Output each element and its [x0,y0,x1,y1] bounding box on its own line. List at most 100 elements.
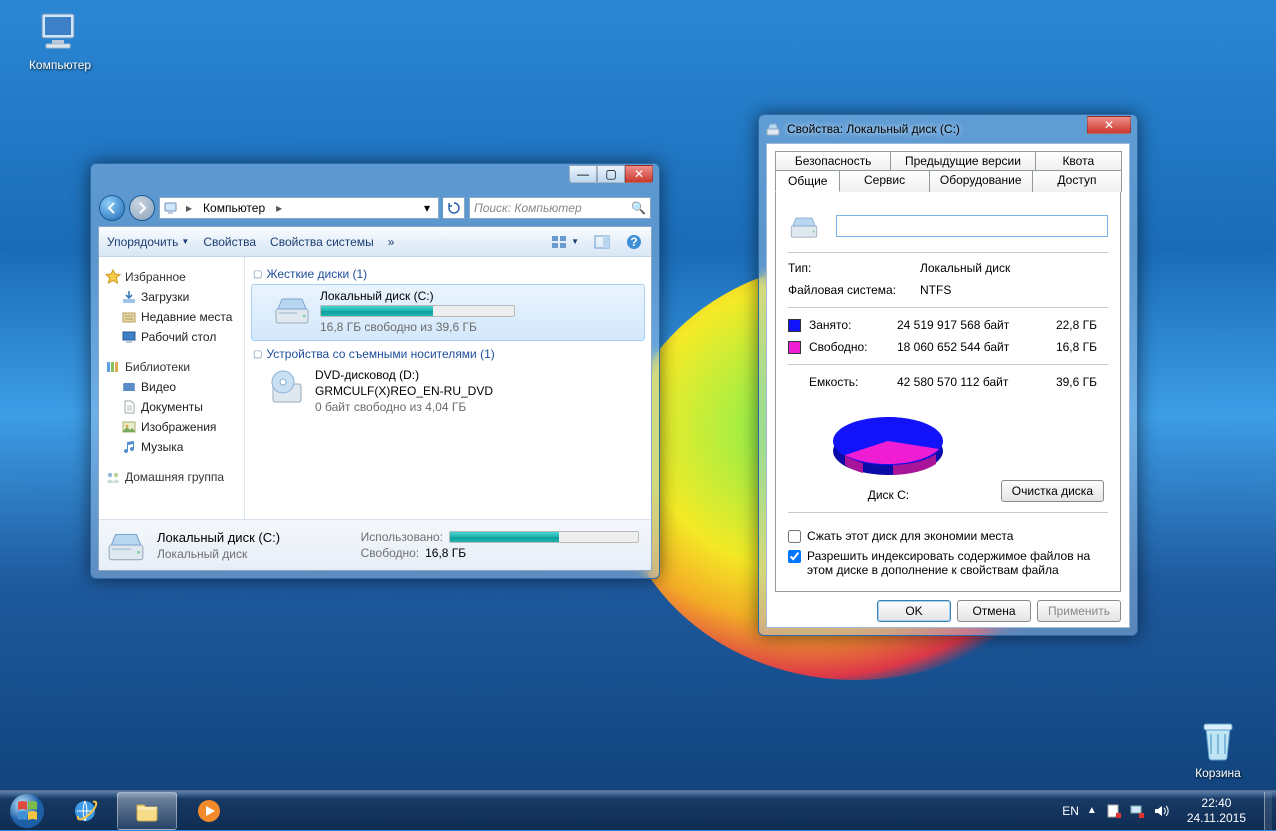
disk-cleanup-button[interactable]: Очистка диска [1001,480,1104,502]
drive-c-item[interactable]: Локальный диск (C:) 16,8 ГБ свободно из … [251,284,645,341]
nav-libraries-header[interactable]: Библиотеки [99,357,244,377]
properties-title: Свойства: Локальный диск (C:) [787,122,1131,136]
toolbar-overflow[interactable]: » [388,235,395,249]
tabs-row-1: Безопасность Предыдущие версии Квота [775,150,1121,169]
taskbar: EN ▲ 22:40 24.11.2015 [0,790,1276,830]
used-row: Занято: 24 519 917 568 байт 22,8 ГБ [788,318,1108,332]
category-removable[interactable]: ▢Устройства со съемными носителями (1) [247,341,649,364]
view-mode-button[interactable]: ▼ [550,233,579,251]
taskbar-date: 24.11.2015 [1187,811,1246,825]
toolbar-system-properties[interactable]: Свойства системы [270,235,374,249]
search-placeholder: Поиск: Компьютер [474,201,582,215]
nav-homegroup-header[interactable]: Домашняя группа [99,467,244,487]
apply-button: Применить [1037,600,1121,622]
homegroup-icon [105,469,121,485]
language-indicator[interactable]: EN [1062,804,1079,818]
tab-previous-versions[interactable]: Предыдущие версии [890,151,1035,170]
hard-drive-icon [272,289,312,329]
wmp-icon [195,797,223,825]
content-pane: ▢Жесткие диски (1) Локальный диск (C:) 1… [245,257,651,519]
nav-forward-button[interactable] [129,195,155,221]
properties-close-button[interactable]: ✕ [1087,116,1131,134]
details-subtitle: Локальный диск [157,547,280,561]
taskbar-time: 22:40 [1187,796,1246,810]
taskbar-ie-button[interactable] [55,792,115,830]
free-swatch [788,341,801,354]
start-button[interactable] [0,791,54,831]
recent-icon [121,309,137,325]
type-label: Тип: [788,261,908,275]
network-icon[interactable] [1129,803,1145,819]
tab-service[interactable]: Сервис [839,170,929,192]
taskbar-wmp-button[interactable] [179,792,239,830]
drive-c-free-text: 16,8 ГБ свободно из 39,6 ГБ [320,320,636,334]
show-desktop-button[interactable] [1264,792,1272,830]
compress-checkbox[interactable] [788,530,801,543]
explorer-maximize-button[interactable]: ▢ [597,165,625,183]
video-icon [121,379,137,395]
explorer-minimize-button[interactable]: — [569,165,597,183]
details-pane: Локальный диск (C:) Локальный диск Испол… [99,519,651,570]
compress-checkbox-row[interactable]: Сжать этот диск для экономии места [788,529,1108,543]
taskbar-clock[interactable]: 22:40 24.11.2015 [1177,794,1256,827]
details-usage-bar [449,531,639,543]
desktop-recycle-icon[interactable]: Корзина [1180,716,1256,780]
explorer-window: — ▢ ✕ ▸ Компьютер ▸ ▾ Поиск: Компьютер 🔍… [90,163,660,579]
nav-documents[interactable]: Документы [99,397,244,417]
drive-d-item[interactable]: DVD-дисковод (D:) GRMCULF(X)REO_EN-RU_DV… [247,364,649,420]
desktop-recycle-label: Корзина [1195,766,1241,780]
folder-icon [133,797,161,825]
nav-recent[interactable]: Недавние места [99,307,244,327]
tab-security[interactable]: Безопасность [775,151,891,170]
windows-logo-icon [9,793,45,829]
address-dropdown-icon[interactable]: ▾ [419,201,435,215]
music-icon [121,439,137,455]
preview-pane-button[interactable] [593,233,611,251]
toolbar-properties[interactable]: Свойства [203,235,256,249]
details-free-label: Свободно: [361,546,420,560]
explorer-toolbar: Упорядочить▼ Свойства Свойства системы »… [99,227,651,257]
nav-favorites-header[interactable]: Избранное [99,267,244,287]
drive-c-name: Локальный диск (C:) [320,289,636,305]
hard-drive-icon [788,210,820,242]
ok-button[interactable]: OK [877,600,951,622]
recycle-bin-icon [1194,716,1242,764]
tab-hardware[interactable]: Оборудование [929,170,1033,192]
tab-quota[interactable]: Квота [1035,151,1122,170]
svg-text:?: ? [630,235,637,249]
desktop-computer-icon[interactable]: Компьютер [22,8,98,72]
nav-music[interactable]: Музыка [99,437,244,457]
search-input[interactable]: Поиск: Компьютер 🔍 [469,197,651,219]
index-checkbox[interactable] [788,550,801,563]
tab-access[interactable]: Доступ [1032,170,1122,192]
cancel-button[interactable]: Отмена [957,600,1031,622]
nav-downloads[interactable]: Загрузки [99,287,244,307]
help-button[interactable]: ? [625,233,643,251]
action-center-icon[interactable] [1105,803,1121,819]
navigation-pane: Избранное Загрузки Недавние места Рабочи… [99,257,245,519]
volume-icon[interactable] [1153,803,1169,819]
fs-label: Файловая система: [788,283,908,297]
star-icon [105,269,121,285]
tab-general[interactable]: Общие [775,170,840,192]
computer-icon [163,200,179,216]
address-bar[interactable]: ▸ Компьютер ▸ ▾ [159,197,439,219]
index-checkbox-row[interactable]: Разрешить индексировать содержимое файло… [788,549,1108,577]
hard-drive-icon [765,121,781,137]
explorer-close-button[interactable]: ✕ [625,165,653,183]
downloads-icon [121,289,137,305]
breadcrumb-computer[interactable]: Компьютер [199,201,269,215]
nav-pictures[interactable]: Изображения [99,417,244,437]
category-hard-drives[interactable]: ▢Жесткие диски (1) [247,261,649,284]
tabs-row-2: Общие Сервис Оборудование Доступ [775,169,1121,191]
refresh-button[interactable] [443,197,465,219]
toolbar-organize[interactable]: Упорядочить▼ [107,235,189,249]
taskbar-explorer-button[interactable] [117,792,177,830]
details-used-label: Использовано: [361,530,443,544]
nav-back-button[interactable] [99,195,125,221]
nav-desktop[interactable]: Рабочий стол [99,327,244,347]
nav-video[interactable]: Видео [99,377,244,397]
disk-name-input[interactable] [836,215,1108,237]
free-row: Свободно: 18 060 652 544 байт 16,8 ГБ [788,340,1108,354]
tray-show-hidden-icon[interactable]: ▲ [1087,805,1097,816]
